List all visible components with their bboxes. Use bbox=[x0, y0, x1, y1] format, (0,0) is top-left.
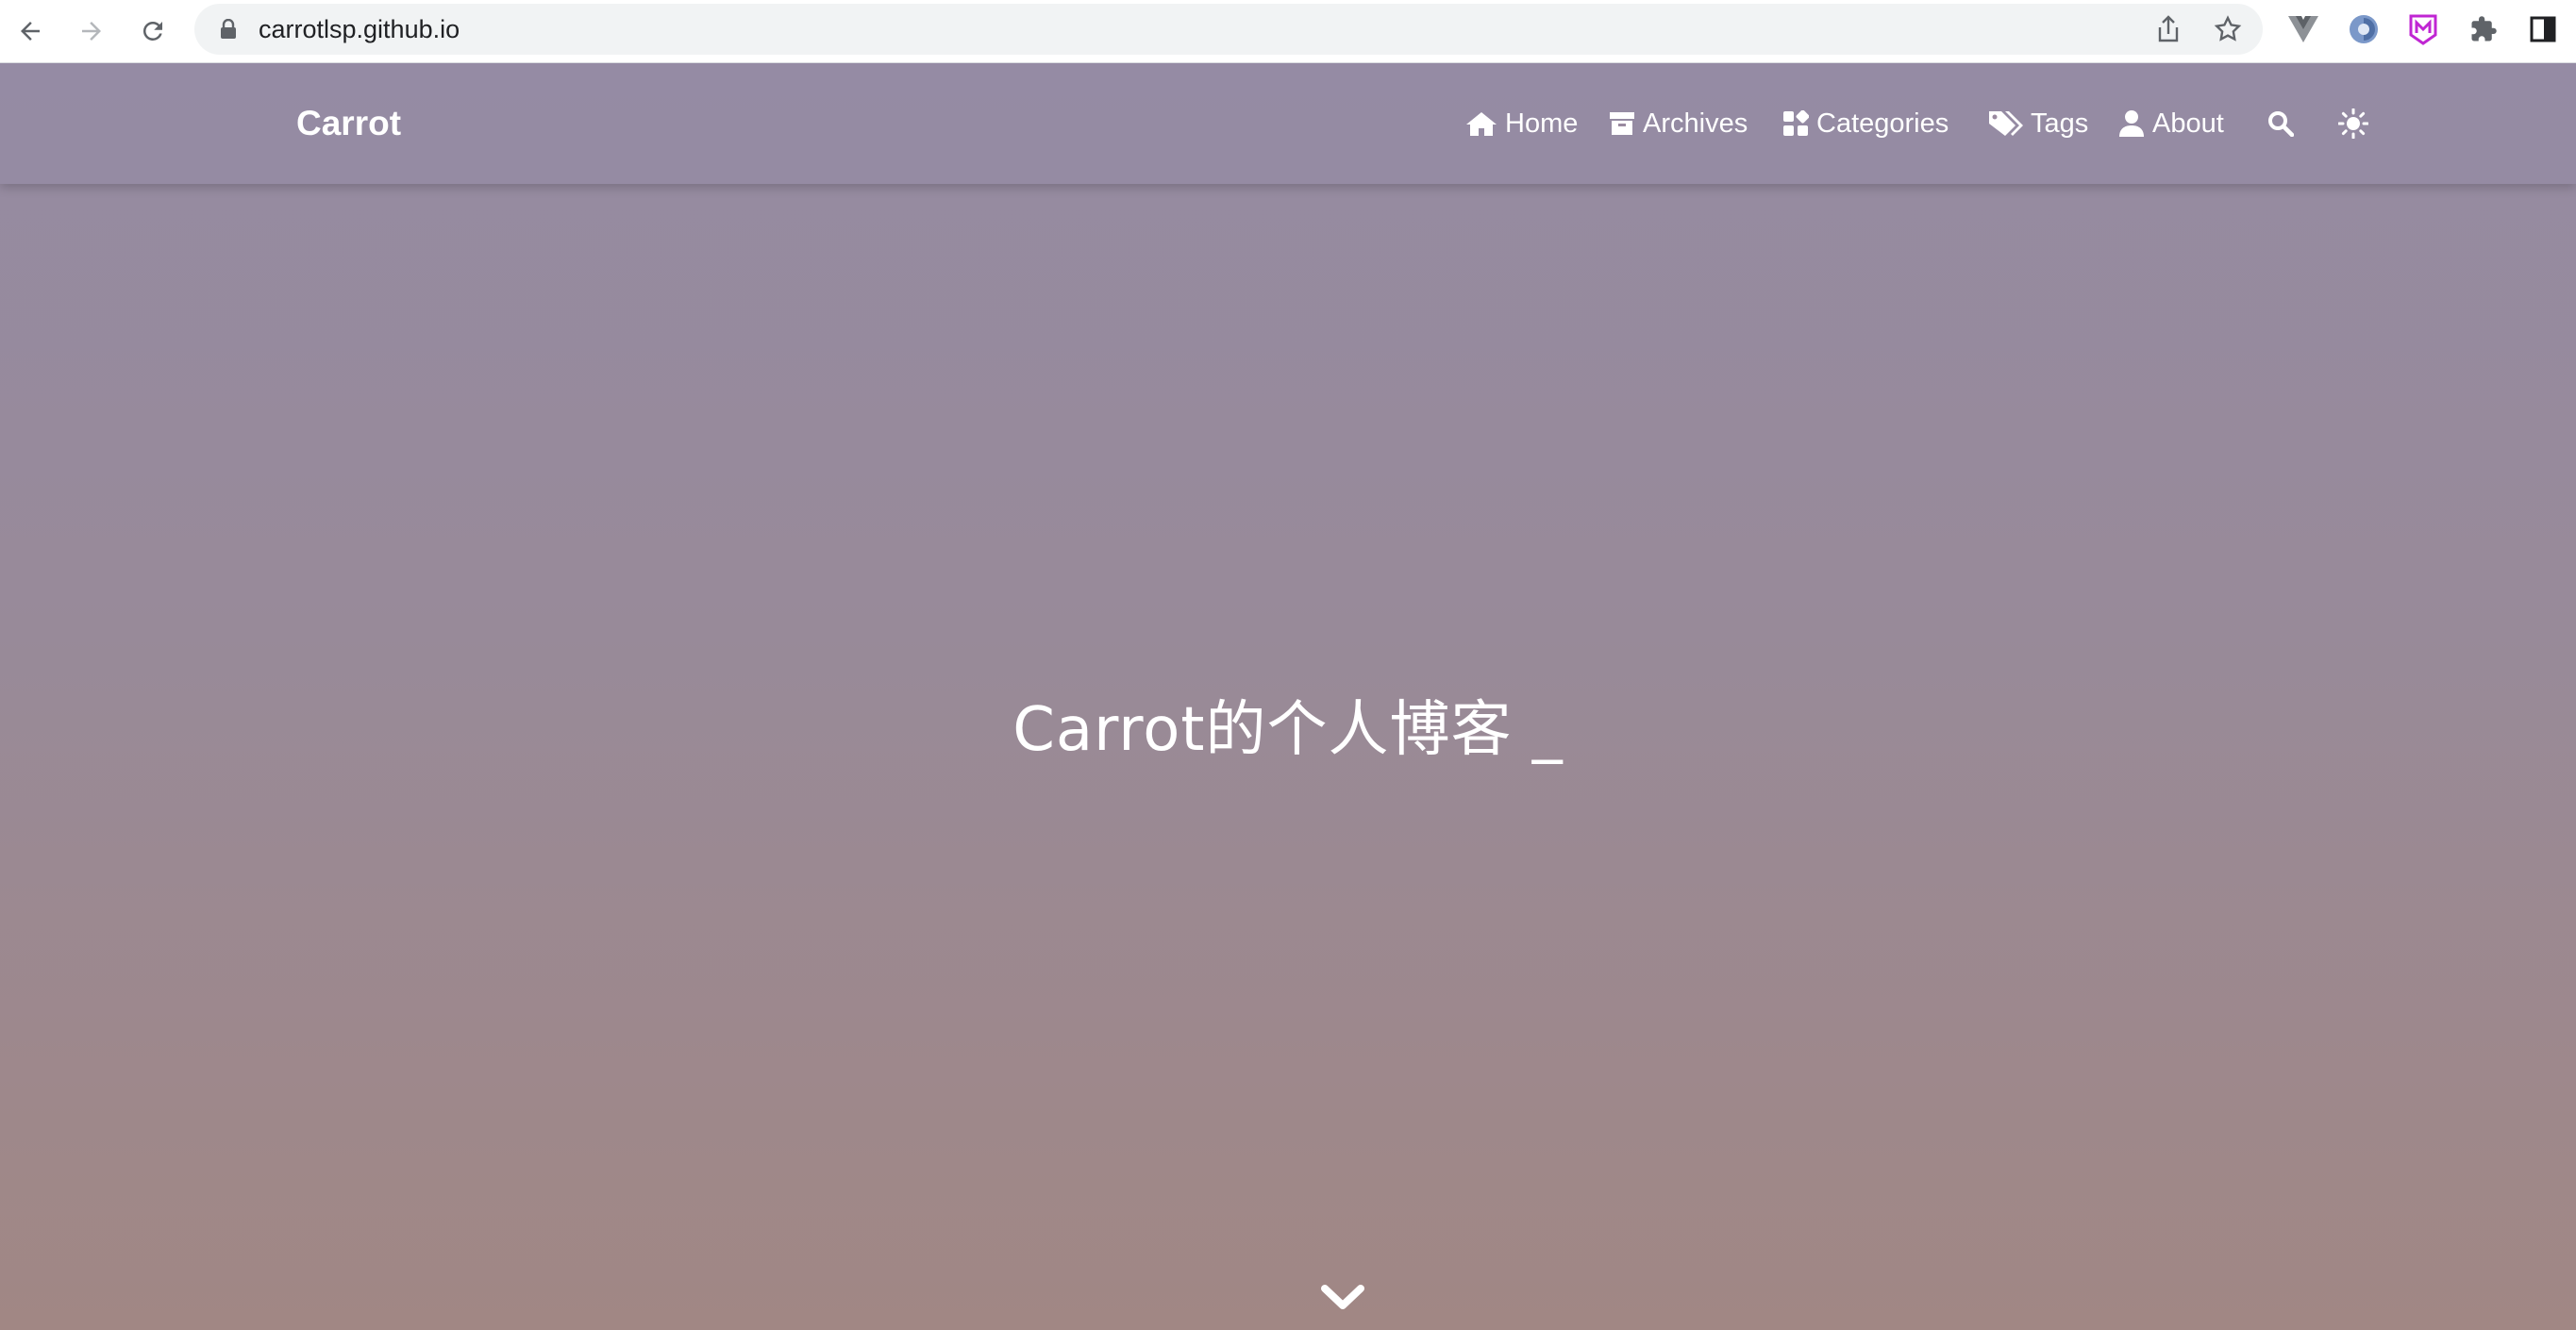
arrow-right-icon bbox=[82, 22, 101, 41]
chevron-down-icon bbox=[1321, 1285, 1364, 1309]
m-extension[interactable] bbox=[2405, 11, 2441, 47]
nav-home[interactable]: Home bbox=[1465, 63, 1578, 184]
puzzle-icon bbox=[2471, 16, 2497, 42]
nav-categories-label: Categories bbox=[1816, 108, 1949, 139]
bookmark-button[interactable] bbox=[2212, 13, 2244, 45]
user-icon bbox=[2118, 109, 2145, 138]
back-button[interactable] bbox=[11, 12, 49, 50]
nav-categories[interactable]: Categories bbox=[1782, 63, 1949, 184]
forward-button[interactable] bbox=[73, 12, 110, 50]
nav-about[interactable]: About bbox=[2118, 63, 2224, 184]
nav-tags-label: Tags bbox=[2031, 108, 2089, 139]
star-icon bbox=[2214, 15, 2242, 42]
nav-about-label: About bbox=[2152, 108, 2224, 139]
tags-icon bbox=[1987, 109, 2023, 138]
home-icon bbox=[1465, 110, 1497, 137]
sun-icon bbox=[2338, 108, 2368, 139]
categories-icon bbox=[1782, 110, 1809, 137]
extension-m-icon bbox=[2409, 14, 2437, 45]
scroll-down-button[interactable] bbox=[1319, 1278, 1366, 1316]
search-icon bbox=[2267, 110, 2294, 137]
vue-devtools-extension[interactable] bbox=[2285, 11, 2321, 47]
reload-icon bbox=[142, 21, 162, 41]
share-icon bbox=[2158, 15, 2179, 42]
extension-blue-icon bbox=[2350, 15, 2378, 43]
share-button[interactable] bbox=[2152, 13, 2184, 45]
nav-tags[interactable]: Tags bbox=[1987, 63, 2088, 184]
site-navbar: Carrot Home Archives Categories Tags Abo… bbox=[0, 63, 2576, 184]
reload-button[interactable] bbox=[134, 12, 172, 50]
search-button[interactable] bbox=[2267, 63, 2301, 184]
archive-icon bbox=[1609, 111, 1635, 136]
browser-toolbar: carrotlsp.github.io bbox=[0, 0, 2576, 63]
nav-archives-label: Archives bbox=[1643, 108, 1748, 139]
nav-archives[interactable]: Archives bbox=[1609, 63, 1748, 184]
nav-links: Home Archives Categories Tags About bbox=[0, 63, 2576, 184]
side-panel-button[interactable] bbox=[2525, 11, 2561, 47]
vue-devtools-icon bbox=[2288, 16, 2318, 42]
extensions-button[interactable] bbox=[2466, 11, 2501, 47]
blue-extension[interactable] bbox=[2346, 11, 2382, 47]
arrow-left-icon bbox=[21, 22, 40, 41]
hero-title: Carrot的个人博客 _ bbox=[1012, 695, 1564, 765]
nav-home-label: Home bbox=[1505, 108, 1579, 139]
theme-toggle-button[interactable] bbox=[2338, 63, 2376, 184]
address-bar[interactable]: carrotlsp.github.io bbox=[194, 4, 2263, 55]
blog-page: Carrot Home Archives Categories Tags Abo… bbox=[0, 63, 2576, 1330]
url-text[interactable]: carrotlsp.github.io bbox=[259, 4, 460, 55]
sidebar-icon bbox=[2530, 16, 2556, 42]
lock-icon[interactable] bbox=[217, 18, 240, 41]
